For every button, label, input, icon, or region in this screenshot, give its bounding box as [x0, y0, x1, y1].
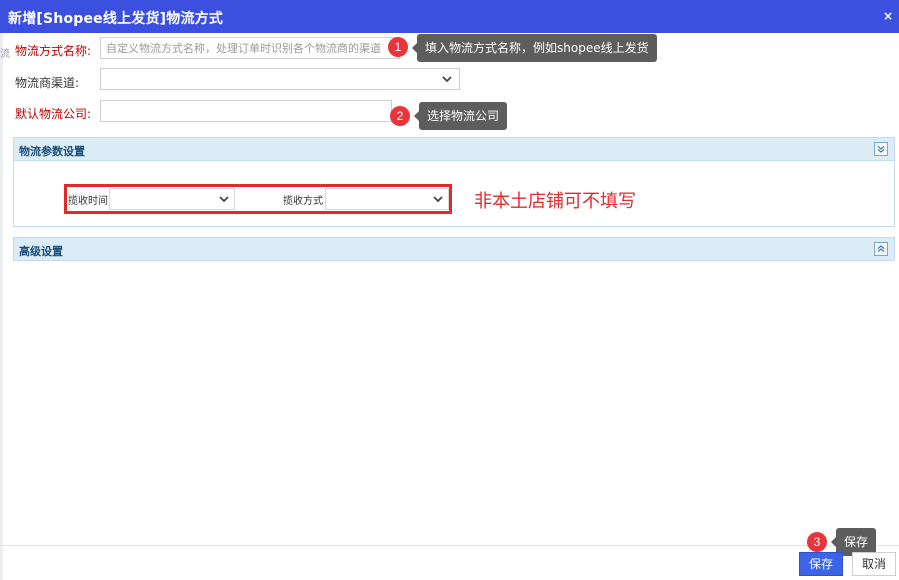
pickup-params-highlight: 揽收时间 揽收方式 [64, 184, 452, 214]
save-button[interactable]: 保存 [799, 552, 843, 576]
chevron-down-icon [219, 196, 229, 203]
advanced-settings-header[interactable]: 高级设置 [13, 237, 895, 261]
chevron-down-icon [433, 196, 443, 203]
dialog-titlebar: 新增[Shopee线上发货]物流方式 × [0, 0, 899, 33]
background-window-edge: 流 [0, 33, 10, 580]
collapse-icon[interactable] [874, 142, 888, 156]
expand-icon[interactable] [874, 242, 888, 256]
pickup-time-select[interactable] [109, 188, 235, 210]
tooltip-step-1: 填入物流方式名称，例如shopee线上发货 [412, 34, 657, 62]
default-company-label: 默认物流公司: [15, 107, 92, 121]
step-marker-2: 2 [390, 106, 410, 126]
default-company-select[interactable] [100, 100, 392, 122]
pickup-method-select[interactable] [325, 188, 449, 210]
pickup-time-label: 揽收时间 [68, 196, 108, 207]
method-name-label: 物流方式名称: [15, 44, 92, 58]
method-name-input[interactable] [100, 37, 400, 59]
background-window-text: 流 [0, 49, 10, 60]
advanced-settings-title: 高级设置 [19, 245, 63, 258]
carrier-channel-select[interactable] [100, 68, 460, 90]
step-marker-1: 1 [388, 37, 408, 57]
footer-divider [0, 545, 899, 546]
dialog-title: 新增[Shopee线上发货]物流方式 [8, 11, 224, 27]
logistics-params-header[interactable]: 物流参数设置 [13, 137, 895, 161]
annotation-note: 非本土店铺可不填写 [474, 191, 636, 212]
logistics-params-title: 物流参数设置 [19, 145, 85, 158]
step-marker-3: 3 [807, 532, 827, 552]
cancel-button[interactable]: 取消 [852, 552, 896, 576]
close-icon[interactable]: × [883, 9, 893, 23]
carrier-channel-label: 物流商渠道: [15, 76, 80, 90]
chevron-down-icon [442, 76, 452, 83]
pickup-method-label: 揽收方式 [283, 196, 323, 207]
tooltip-step-2: 选择物流公司 [413, 102, 508, 130]
